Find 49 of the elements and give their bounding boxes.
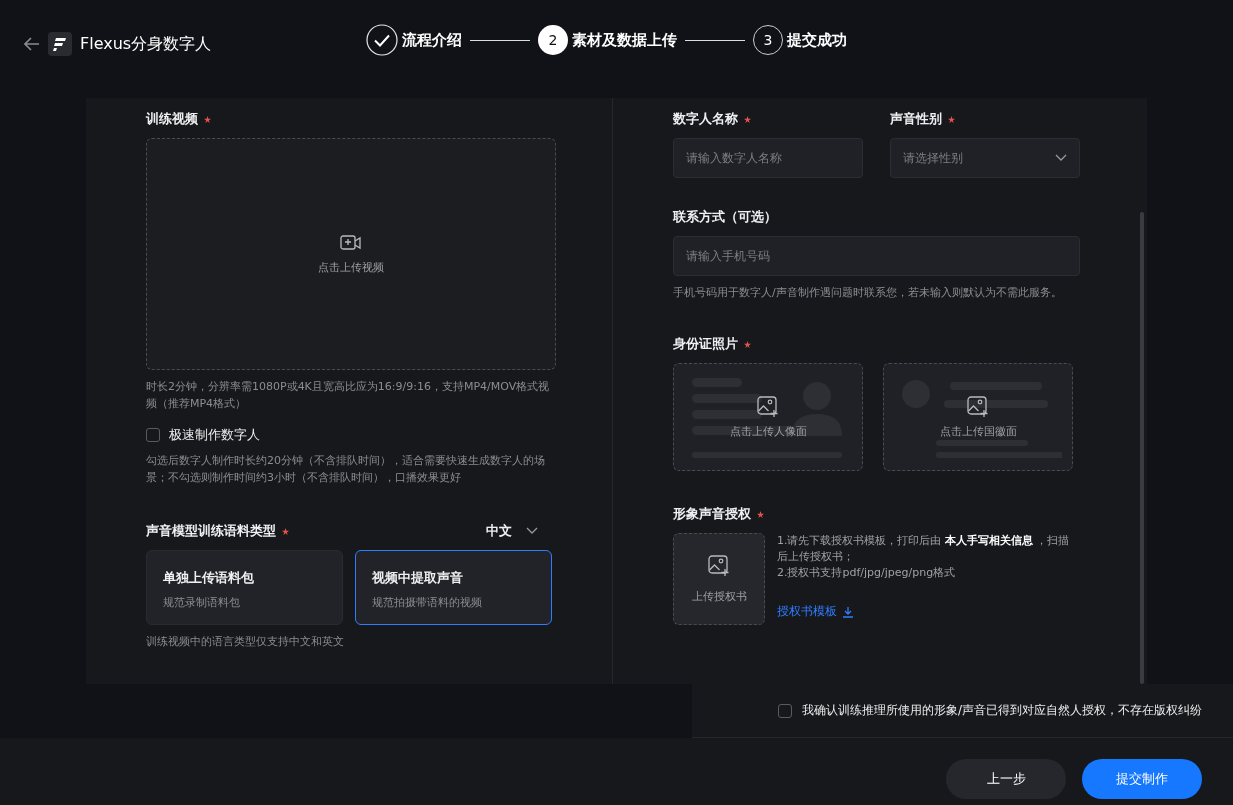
logo-icon bbox=[48, 32, 72, 56]
phone-input[interactable]: 请输入手机号码 bbox=[673, 236, 1080, 276]
back-button[interactable]: 上一步 bbox=[946, 759, 1066, 799]
option-card[interactable]: 视频中提取声音 规范拍摄带语料的视频 bbox=[355, 550, 552, 625]
field-label: 声音性别 bbox=[890, 110, 1080, 128]
chevron-down-icon bbox=[1055, 154, 1067, 162]
field-label: 训练视频 bbox=[146, 110, 556, 128]
hint-text: 训练视频中的语言类型仅支持中文和英文 bbox=[146, 634, 345, 650]
checkbox-label: 极速制作数字人 bbox=[169, 426, 260, 444]
image-add-icon bbox=[967, 395, 989, 418]
template-download-link[interactable]: 授权书模板 bbox=[777, 603, 1080, 620]
option-subtitle: 规范拍摄带语料的视频 bbox=[372, 595, 483, 610]
field-label: 身份证照片 bbox=[673, 335, 1080, 353]
name-input[interactable]: 请输入数字人名称 bbox=[673, 138, 863, 178]
authorization-upload-area[interactable]: 上传授权书 bbox=[673, 533, 765, 625]
instruction-text: 1.请先下载授权书模板，打印后由 本人手写相关信息 ，扫描后上传授权书； bbox=[777, 533, 1071, 565]
id-upload-area[interactable]: 点击上传人像面 bbox=[673, 363, 863, 471]
consent-text: 我确认训练推理所使用的形象/声音已得到对应自然人授权，不存在版权纠纷 bbox=[801, 702, 1202, 719]
option-subtitle: 规范录制语料包 bbox=[163, 595, 241, 610]
download-icon bbox=[842, 605, 854, 618]
hint-text: 勾选后数字人制作时长约20分钟（不含排队时间），适合需要快速生成数字人的场景；不勾选则制作时间约3小时（不含排队时间），口播效果更好 bbox=[146, 453, 546, 486]
video-add-icon bbox=[340, 233, 362, 252]
submit-button[interactable]: 提交制作 bbox=[1082, 759, 1202, 799]
step-label: 素材及数据上传 bbox=[572, 30, 677, 50]
language-select[interactable]: 中文 bbox=[486, 522, 538, 540]
checkbox[interactable] bbox=[777, 703, 792, 718]
option-title: 单独上传语料包 bbox=[163, 569, 255, 587]
field-label: 声音模型训练语料类型 bbox=[146, 522, 289, 540]
hint-text: 手机号码用于数字人/声音制作遇问题时联系您，若未输入则默认为不需此服务。 bbox=[673, 285, 1063, 301]
video-upload-area[interactable]: 点击上传视频 bbox=[146, 138, 556, 370]
field-label: 形象声音授权 bbox=[673, 505, 1080, 523]
back-arrow-icon[interactable] bbox=[24, 37, 40, 51]
step-label: 流程介绍 bbox=[402, 30, 462, 50]
hint-text: 时长2分钟，分辨率需1080P或4K且宽高比应为16:9/9:16，支持MP4/MOV格式视频（推荐MP4格式） bbox=[146, 379, 551, 412]
step-number: 2 bbox=[538, 25, 568, 55]
scrollbar[interactable] bbox=[1140, 212, 1144, 684]
chevron-down-icon bbox=[526, 527, 538, 535]
option-title: 视频中提取声音 bbox=[372, 569, 464, 587]
field-label: 联系方式（可选） bbox=[673, 208, 778, 226]
checkbox[interactable] bbox=[146, 428, 160, 442]
image-add-icon bbox=[757, 395, 779, 418]
gender-select[interactable]: 请选择性别 bbox=[890, 138, 1080, 178]
field-label: 数字人名称 bbox=[673, 110, 863, 128]
step-label: 提交成功 bbox=[787, 30, 847, 50]
instruction-text: 2.授权书支持pdf/jpg/jpeg/png格式 bbox=[777, 565, 957, 581]
id-upload-area[interactable]: 点击上传国徽面 bbox=[883, 363, 1073, 471]
image-add-icon bbox=[708, 554, 730, 577]
option-card[interactable]: 单独上传语料包 规范录制语料包 bbox=[146, 550, 343, 625]
app-title: Flexus分身数字人 bbox=[80, 33, 212, 55]
